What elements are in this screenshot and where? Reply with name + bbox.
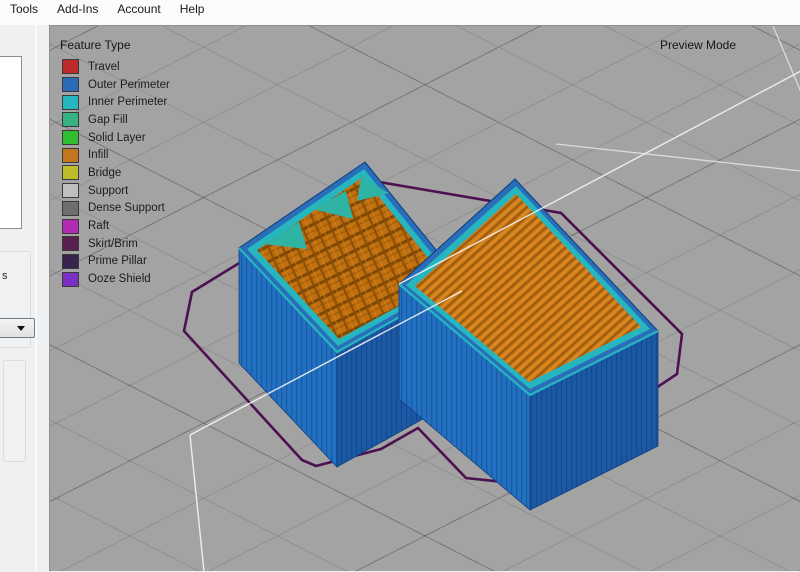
preview-viewport[interactable]: Feature Type Travel Outer Perimeter Inne… (49, 25, 800, 571)
legend-label: Bridge (88, 167, 121, 179)
legend-label: Prime Pillar (88, 255, 147, 267)
settings-sidebar: s (0, 25, 49, 571)
sidebar-groupbox-lower (3, 360, 26, 462)
legend-label: Gap Fill (88, 114, 128, 126)
feature-type-legend: Feature Type Travel Outer Perimeter Inne… (60, 38, 170, 288)
legend-row-prime-pillar: Prime Pillar (60, 253, 170, 271)
solid-layer-swatch (62, 130, 79, 145)
model-cube-right (399, 179, 658, 510)
legend-label: Support (88, 185, 128, 197)
sidebar-label-fragment: s (2, 270, 8, 282)
legend-row-outer-perimeter: Outer Perimeter (60, 76, 170, 94)
legend-row-support: Support (60, 182, 170, 200)
menu-item-add-ins[interactable]: Add-Ins (57, 1, 104, 19)
legend-row-dense-support: Dense Support (60, 200, 170, 218)
outer-perimeter-swatch (62, 77, 79, 92)
model-listbox[interactable] (0, 56, 22, 229)
inner-perimeter-swatch (62, 95, 79, 110)
legend-row-raft: Raft (60, 217, 170, 235)
legend-row-infill: Infill (60, 146, 170, 164)
legend-label: Skirt/Brim (88, 238, 138, 250)
legend-row-gap-fill: Gap Fill (60, 111, 170, 129)
ooze-shield-swatch (62, 272, 79, 287)
gap-fill-swatch (62, 112, 79, 127)
support-swatch (62, 183, 79, 198)
sidebar-splitter[interactable] (35, 25, 37, 571)
legend-row-solid-layer: Solid Layer (60, 129, 170, 147)
legend-row-bridge: Bridge (60, 164, 170, 182)
legend-label: Outer Perimeter (88, 79, 170, 91)
prime-pillar-swatch (62, 254, 79, 269)
menu-items: Tools Add-Ins Account Help (10, 1, 210, 19)
legend-label: Travel (88, 61, 120, 73)
bridge-swatch (62, 165, 79, 180)
skirt-brim-swatch (62, 236, 79, 251)
legend-label: Ooze Shield (88, 273, 151, 285)
menu-bar: Tools Add-Ins Account Help (0, 0, 800, 25)
menu-item-account[interactable]: Account (117, 1, 166, 19)
legend-label: Infill (88, 149, 108, 161)
legend-label: Dense Support (88, 202, 165, 214)
menu-item-help[interactable]: Help (180, 1, 211, 19)
raft-swatch (62, 219, 79, 234)
process-dropdown[interactable] (0, 318, 35, 338)
menu-item-tools[interactable]: Tools (10, 1, 44, 19)
legend-label: Raft (88, 220, 109, 232)
infill-swatch (62, 148, 79, 163)
chevron-down-icon (17, 326, 25, 331)
legend-row-skirt-brim: Skirt/Brim (60, 235, 170, 253)
legend-title: Feature Type (60, 38, 170, 52)
legend-label: Inner Perimeter (88, 96, 167, 108)
legend-row-travel: Travel (60, 58, 170, 76)
preview-mode-label: Preview Mode (660, 38, 736, 52)
legend-row-ooze-shield: Ooze Shield (60, 270, 170, 288)
legend-label: Solid Layer (88, 132, 146, 144)
legend-row-inner-perimeter: Inner Perimeter (60, 93, 170, 111)
travel-swatch (62, 59, 79, 74)
dense-support-swatch (62, 201, 79, 216)
